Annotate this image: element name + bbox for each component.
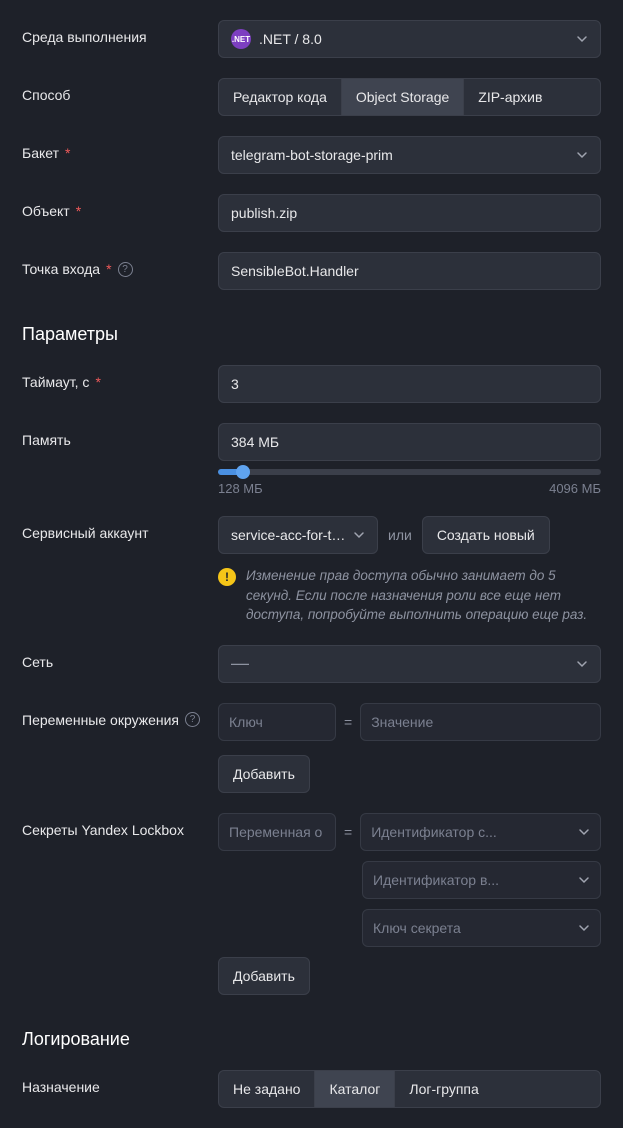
lockbox-secret-id-placeholder: Идентификатор с...: [371, 824, 497, 840]
required-star: *: [76, 203, 81, 219]
equals-sign: =: [344, 714, 352, 730]
lockbox-version-id-select[interactable]: Идентификатор в...: [362, 861, 601, 899]
object-input[interactable]: [218, 194, 601, 232]
network-label: Сеть: [22, 645, 218, 670]
runtime-value: .NET / 8.0: [259, 31, 322, 47]
lockbox-secret-id-select[interactable]: Идентификатор с...: [360, 813, 601, 851]
bucket-value: telegram-bot-storage-prim: [231, 147, 393, 163]
service-account-value: service-acc-for-tel...: [231, 527, 353, 543]
memory-input[interactable]: [218, 423, 601, 461]
destination-option-none[interactable]: Не задано: [219, 1071, 315, 1107]
create-new-button[interactable]: Создать новый: [422, 516, 550, 554]
chevron-down-icon: [578, 826, 590, 838]
help-icon[interactable]: ?: [185, 712, 200, 727]
equals-sign: =: [344, 824, 352, 840]
memory-min-label: 128 МБ: [218, 481, 263, 496]
required-star: *: [106, 261, 111, 277]
help-icon[interactable]: ?: [118, 262, 133, 277]
method-label: Способ: [22, 78, 218, 103]
runtime-select[interactable]: .NET .NET / 8.0: [218, 20, 601, 58]
service-account-select[interactable]: service-acc-for-tel...: [218, 516, 378, 554]
object-label: Объект*: [22, 194, 218, 219]
destination-segmented: Не задано Каталог Лог-группа: [218, 1070, 601, 1108]
method-segmented: Редактор кода Object Storage ZIP-архив: [218, 78, 601, 116]
section-parameters: Параметры: [22, 324, 601, 345]
memory-max-label: 4096 МБ: [549, 481, 601, 496]
entrypoint-label: Точка входа* ?: [22, 252, 218, 277]
method-option-code-editor[interactable]: Редактор кода: [219, 79, 342, 115]
chevron-down-icon: [576, 149, 588, 161]
lockbox-secret-key-select[interactable]: Ключ секрета: [362, 909, 601, 947]
service-account-label: Сервисный аккаунт: [22, 516, 218, 541]
dotnet-icon: .NET: [231, 29, 251, 49]
lockbox-version-id-placeholder: Идентификатор в...: [373, 872, 499, 888]
network-select[interactable]: —: [218, 645, 601, 683]
destination-option-log-group[interactable]: Лог-группа: [395, 1071, 492, 1107]
required-star: *: [95, 374, 100, 390]
entrypoint-input[interactable]: [218, 252, 601, 290]
chevron-down-icon: [576, 658, 588, 670]
memory-slider-labels: 128 МБ 4096 МБ: [218, 481, 601, 496]
env-add-button[interactable]: Добавить: [218, 755, 310, 793]
lockbox-label: Секреты Yandex Lockbox: [22, 813, 218, 838]
destination-label: Назначение: [22, 1070, 218, 1095]
bucket-select[interactable]: telegram-bot-storage-prim: [218, 136, 601, 174]
warning-text: Изменение прав доступа обычно занимает д…: [246, 566, 601, 625]
section-logging: Логирование: [22, 1029, 601, 1050]
warning-icon: !: [218, 568, 236, 586]
chevron-down-icon: [578, 922, 590, 934]
runtime-label: Среда выполнения: [22, 20, 218, 45]
lockbox-secret-key-placeholder: Ключ секрета: [373, 920, 461, 936]
lockbox-add-button[interactable]: Добавить: [218, 957, 310, 995]
method-option-object-storage[interactable]: Object Storage: [342, 79, 464, 115]
or-separator: или: [388, 527, 412, 543]
env-vars-label: Переменные окружения ?: [22, 703, 218, 728]
timeout-input[interactable]: [218, 365, 601, 403]
env-key-input[interactable]: [218, 703, 336, 741]
method-option-zip-archive[interactable]: ZIP-архив: [464, 79, 556, 115]
chevron-down-icon: [578, 874, 590, 886]
timeout-label: Таймаут, с*: [22, 365, 218, 390]
chevron-down-icon: [353, 529, 365, 541]
chevron-down-icon: [576, 33, 588, 45]
memory-slider-thumb[interactable]: [236, 465, 250, 479]
memory-slider[interactable]: [218, 469, 601, 475]
memory-label: Память: [22, 423, 218, 448]
bucket-label: Бакет*: [22, 136, 218, 161]
lockbox-var-input[interactable]: [218, 813, 336, 851]
required-star: *: [65, 145, 70, 161]
network-value: —: [231, 653, 249, 674]
env-value-input[interactable]: [360, 703, 601, 741]
destination-option-catalog[interactable]: Каталог: [315, 1071, 395, 1107]
